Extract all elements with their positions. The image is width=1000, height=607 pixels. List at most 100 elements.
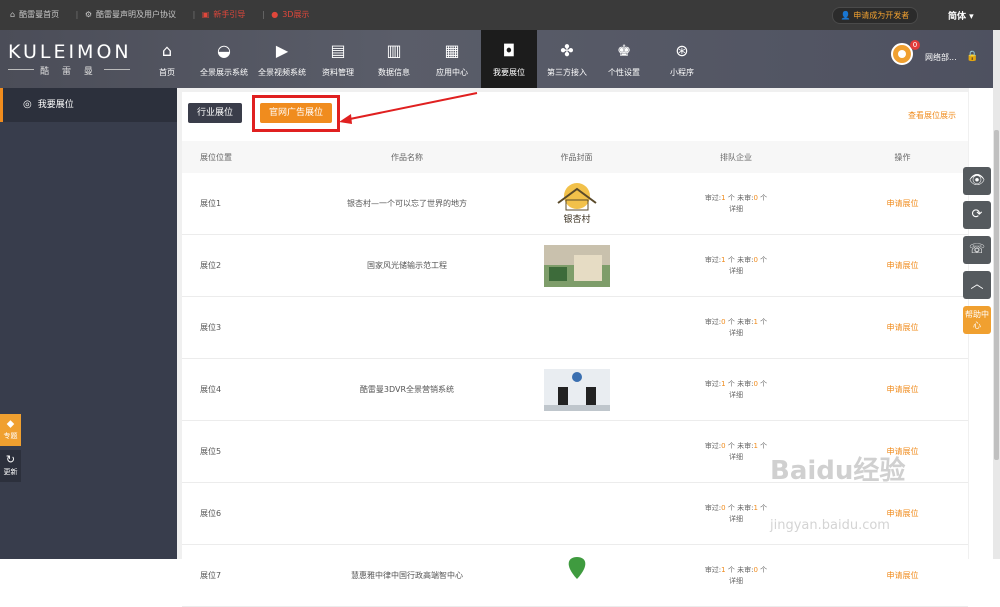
booth-position: 展位7	[182, 544, 296, 607]
audit-pass-count: 1	[721, 193, 726, 202]
brand-subtitle: 酷 雷 曼	[8, 64, 130, 77]
3d-icon: ●	[271, 10, 279, 19]
detail-link[interactable]: 详细	[729, 267, 743, 275]
table-row: 展位3 审过:0 个 未审:1 个详细 申请展位	[182, 296, 968, 359]
detail-link[interactable]: 详细	[729, 205, 743, 213]
booth-position: 展位4	[182, 358, 296, 421]
view-booth-link[interactable]: 查看展位展示	[908, 110, 956, 121]
work-cover	[518, 234, 635, 297]
lock-icon[interactable]: 🔒	[966, 51, 978, 62]
table-header: 展位位置 作品名称 作品封面 排队企业 操作	[182, 141, 968, 173]
apply-booth-link[interactable]: 申请展位	[887, 509, 919, 518]
eye-icon[interactable]: 👁	[963, 167, 991, 195]
video-icon: ▶	[275, 41, 289, 60]
nav-data[interactable]: ▥ 数据信息	[372, 30, 416, 88]
detail-link[interactable]: 详细	[729, 577, 743, 585]
work-cover: 银杏村	[518, 173, 635, 235]
top-link-guide[interactable]: 新手引导	[213, 10, 245, 19]
nav-label: 全景展示系统	[200, 68, 248, 77]
unit-label: 个	[760, 255, 768, 264]
audit-pending-label: 未审:	[737, 255, 754, 264]
apply-booth-link[interactable]: 申请展位	[887, 385, 919, 394]
user-icon: 👤	[840, 11, 854, 20]
panorama-icon: ◒	[217, 41, 231, 60]
work-name: 慧惠雅中律中国行政高端智中心	[296, 544, 518, 607]
scrollbar-thumb[interactable]	[994, 130, 999, 460]
user-name[interactable]: 网络部...	[925, 52, 957, 63]
tab-industry-booth[interactable]: 行业展位	[188, 103, 242, 123]
topic-label: 专题	[3, 432, 18, 440]
work-cover	[518, 420, 635, 483]
help-center-button[interactable]: 帮助中心	[963, 306, 991, 334]
detail-link[interactable]: 详细	[729, 391, 743, 399]
table-row: 展位7 慧惠雅中律中国行政高端智中心 审过:1 个 未审:0 个详细 申请展位	[182, 544, 968, 607]
apply-booth-link[interactable]: 申请展位	[887, 323, 919, 332]
top-link-3d[interactable]: 3D展示	[282, 10, 309, 19]
top-link-agreement[interactable]: 酷雷曼声明及用户协议	[96, 10, 176, 19]
audit-pending-label: 未审:	[737, 193, 754, 202]
nav-documents[interactable]: ▤ 资料管理	[316, 30, 360, 88]
nav-third-party[interactable]: ✤ 第三方接入	[540, 30, 594, 88]
action-cell: 申请展位	[837, 544, 968, 607]
nav-apps[interactable]: ▦ 应用中心	[430, 30, 474, 88]
action-cell: 申请展位	[837, 482, 968, 545]
nav-panorama[interactable]: ◒ 全景展示系统	[196, 30, 252, 88]
apply-booth-link[interactable]: 申请展位	[887, 261, 919, 270]
update-button[interactable]: ↻ 更新	[0, 450, 21, 482]
top-link-home[interactable]: 酷雷曼首页	[19, 10, 59, 19]
audit-pass-count: 0	[721, 317, 726, 326]
language-select[interactable]: 简体 ▾	[948, 9, 974, 22]
audit-pass-count: 0	[721, 503, 726, 512]
booth-table: 展位位置 作品名称 作品封面 排队企业 操作 展位1 银杏村—一个可以忘了世界的地…	[182, 141, 968, 607]
nav-label: 我要展位	[493, 68, 525, 77]
main-content: 行业展位 官网广告展位 查看展位展示 展位位置 作品名称 作品封面 排队企业 操…	[177, 88, 969, 607]
chat-icon[interactable]: ☏	[963, 236, 991, 264]
apply-booth-link[interactable]: 申请展位	[887, 199, 919, 208]
scroll-top-icon[interactable]: ︿	[963, 271, 991, 299]
work-name: 酷雷曼3DVR全景营销系统	[296, 358, 518, 421]
cover-thumbnail	[543, 368, 610, 411]
language-label: 简体	[948, 12, 967, 22]
audit-pending-count: 0	[753, 565, 758, 574]
guide-icon: ▣	[201, 10, 210, 19]
booth-panel: 行业展位 官网广告展位 查看展位展示 展位位置 作品名称 作品封面 排队企业 操…	[182, 92, 968, 607]
audit-pending-count: 0	[753, 379, 758, 388]
nav-video[interactable]: ▶ 全景视频系统	[254, 30, 310, 88]
refresh-icon[interactable]: ⟳	[963, 201, 991, 229]
nav-personal-settings[interactable]: ♚ 个性设置	[602, 30, 646, 88]
home-icon: ⌂	[10, 10, 16, 19]
unit-label: 个	[760, 565, 768, 574]
apply-developer-label: 申请成为开发者	[853, 11, 910, 20]
nav-label: 个性设置	[608, 68, 640, 77]
nav-label: 应用中心	[436, 68, 468, 77]
booth-position: 展位1	[182, 173, 296, 235]
scrollbar[interactable]	[993, 30, 1000, 559]
detail-link[interactable]: 详细	[729, 515, 743, 523]
nav-mini-program[interactable]: ⊛ 小程序	[660, 30, 704, 88]
apps-icon: ▦	[444, 41, 460, 60]
queue-info: 审过:1 个 未审:0 个详细	[635, 544, 837, 607]
action-cell: 申请展位	[837, 234, 968, 297]
apply-developer-button[interactable]: 👤 申请成为开发者	[832, 7, 918, 24]
notification-badge: 0	[910, 40, 920, 50]
sidebar-item-my-booth[interactable]: ◎ 我要展位	[0, 88, 177, 122]
topic-button[interactable]: ⬥ 专题	[0, 414, 21, 446]
nav-my-booth[interactable]: ◘ 我要展位	[481, 30, 537, 88]
top-bar: ⌂ 酷雷曼首页 | ⚙ 酷雷曼声明及用户协议 | ▣ 新手引导 | ● 3D展示 👤 申…	[0, 0, 1000, 31]
apply-booth-link[interactable]: 申请展位	[887, 571, 919, 580]
unit-label: 个	[727, 565, 735, 574]
detail-link[interactable]: 详细	[729, 329, 743, 337]
audit-pass-count: 0	[721, 441, 726, 450]
audit-pass-label: 审过:	[704, 193, 722, 202]
work-name: 银杏村—一个可以忘了世界的地方	[296, 173, 518, 235]
brand-logo[interactable]: KULEIMON	[8, 41, 132, 63]
detail-link[interactable]: 详细	[729, 453, 743, 461]
chevron-down-icon: ▾	[969, 12, 974, 22]
unit-label: 个	[727, 503, 735, 512]
work-name	[296, 296, 518, 359]
audit-pass-count: 1	[721, 255, 726, 264]
audit-pending-label: 未审:	[737, 317, 754, 326]
audit-pass-label: 审过:	[704, 503, 722, 512]
nav-home[interactable]: ⌂ 首页	[148, 30, 186, 88]
action-cell: 申请展位	[837, 296, 968, 359]
